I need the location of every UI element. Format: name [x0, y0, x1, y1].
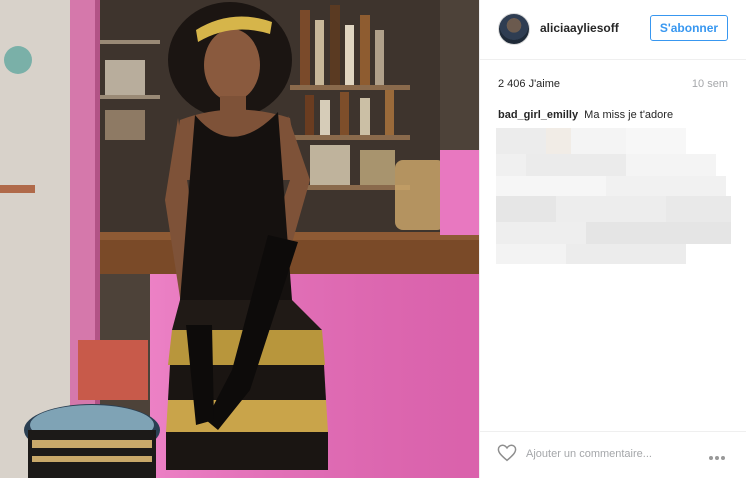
- avatar[interactable]: [498, 13, 530, 45]
- add-comment-input[interactable]: [526, 446, 676, 462]
- post-footer: [480, 431, 746, 478]
- candy-jar: [395, 160, 445, 230]
- comment-item: bad_girl_emilly Ma miss je t'adore: [498, 108, 733, 122]
- likes-count[interactable]: 2 406 J'aime: [498, 78, 560, 90]
- post-photo-illustration: [0, 0, 479, 478]
- username-link[interactable]: aliciaayliesoff: [540, 21, 619, 35]
- heart-outline-icon[interactable]: [497, 444, 517, 462]
- redacted-comments: [496, 124, 731, 272]
- comment-username[interactable]: bad_girl_emilly: [498, 109, 578, 121]
- more-options-icon[interactable]: [709, 447, 729, 460]
- post-side-panel: aliciaayliesoff S'abonner 2 406 J'aime 1…: [479, 0, 746, 478]
- post-photo[interactable]: [0, 0, 479, 478]
- post-header: aliciaayliesoff S'abonner: [480, 0, 746, 60]
- comment-text: Ma miss je t'adore: [584, 109, 674, 121]
- follow-button[interactable]: S'abonner: [650, 15, 728, 41]
- post-time[interactable]: 10 sem: [692, 78, 728, 90]
